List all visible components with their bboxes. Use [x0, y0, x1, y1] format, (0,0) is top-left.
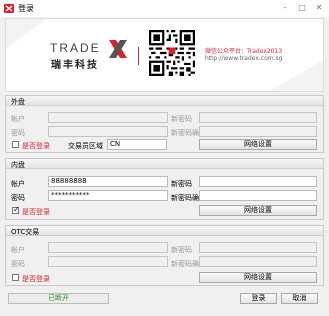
logo-wordmark: TRADE	[50, 41, 101, 55]
network-settings-button[interactable]: 网络设置	[199, 139, 317, 150]
outer-market-section: 外盘 帐户 新密码 密码 新密码确认 是否登录 交易员区域 CN 网络设置	[5, 95, 324, 153]
logo-x-icon	[109, 40, 127, 58]
new-password-label: 新密码	[171, 246, 192, 254]
new-password-label: 新密码	[171, 180, 192, 188]
account-label: 帐户	[11, 115, 25, 123]
network-settings-button[interactable]: 网络设置	[199, 205, 317, 216]
confirm-password-input[interactable]	[199, 256, 317, 267]
minimize-icon[interactable]: –	[280, 3, 290, 13]
password-label: 密码	[11, 194, 25, 202]
new-password-input[interactable]	[199, 112, 317, 123]
password-input[interactable]: ***********	[48, 190, 168, 201]
account-label: 帐户	[11, 246, 25, 254]
login-checkbox-label: 是否登录	[22, 208, 50, 216]
close-icon[interactable]: ✕	[314, 3, 324, 13]
section-title: 外盘	[11, 98, 25, 106]
divider	[138, 47, 139, 65]
account-input[interactable]	[48, 112, 168, 123]
region-input[interactable]: CN	[107, 139, 167, 150]
confirm-password-input[interactable]	[199, 126, 317, 137]
connection-status: 已断开	[8, 293, 109, 304]
login-checkbox[interactable]	[12, 141, 19, 148]
otc-section: OTC交易 帐户 新密码 密码 新密码确认 是否登录 网络设置	[5, 225, 324, 286]
password-input[interactable]	[48, 256, 168, 267]
qr-code	[149, 30, 195, 76]
password-input[interactable]	[48, 126, 168, 137]
account-label: 帐户	[11, 180, 25, 188]
inner-market-section: 内盘 帐户 88888888 新密码 密码 *********** 新密码确认 …	[5, 158, 324, 220]
title-bar: 登录 – □ ✕	[0, 0, 329, 17]
cancel-button[interactable]: 取消	[281, 293, 318, 304]
region-label: 交易员区域	[68, 142, 103, 150]
new-password-label: 新密码	[171, 115, 192, 123]
password-label: 密码	[11, 260, 25, 268]
app-logo-icon	[4, 4, 14, 13]
section-title: OTC交易	[11, 228, 40, 236]
network-settings-button[interactable]: 网络设置	[199, 272, 317, 283]
login-checkbox-label: 是否登录	[22, 275, 50, 283]
account-input[interactable]	[48, 242, 168, 253]
section-header: 内盘	[6, 159, 323, 169]
login-checkbox[interactable]	[12, 205, 20, 214]
section-title: 内盘	[11, 161, 25, 169]
section-header: OTC交易	[6, 226, 323, 236]
website-link[interactable]: http://www.tradex.com.sg	[205, 55, 282, 62]
password-label: 密码	[11, 129, 25, 137]
login-button[interactable]: 登录	[240, 293, 277, 304]
login-checkbox-label: 是否登录	[22, 142, 50, 150]
banner: TRADE 瑞丰科技 微信公众平台：Tradex2013 http://www.…	[5, 18, 324, 92]
new-password-input[interactable]	[199, 176, 317, 187]
login-checkbox[interactable]	[12, 274, 19, 281]
logo-company-name: 瑞丰科技	[51, 60, 99, 71]
confirm-password-input[interactable]	[199, 190, 317, 201]
account-input[interactable]: 88888888	[48, 176, 168, 187]
maximize-icon[interactable]: □	[297, 3, 307, 13]
section-header: 外盘	[6, 96, 323, 106]
wechat-info: 微信公众平台：Tradex2013	[205, 48, 283, 55]
window-title: 登录	[18, 4, 34, 13]
new-password-input[interactable]	[199, 242, 317, 253]
